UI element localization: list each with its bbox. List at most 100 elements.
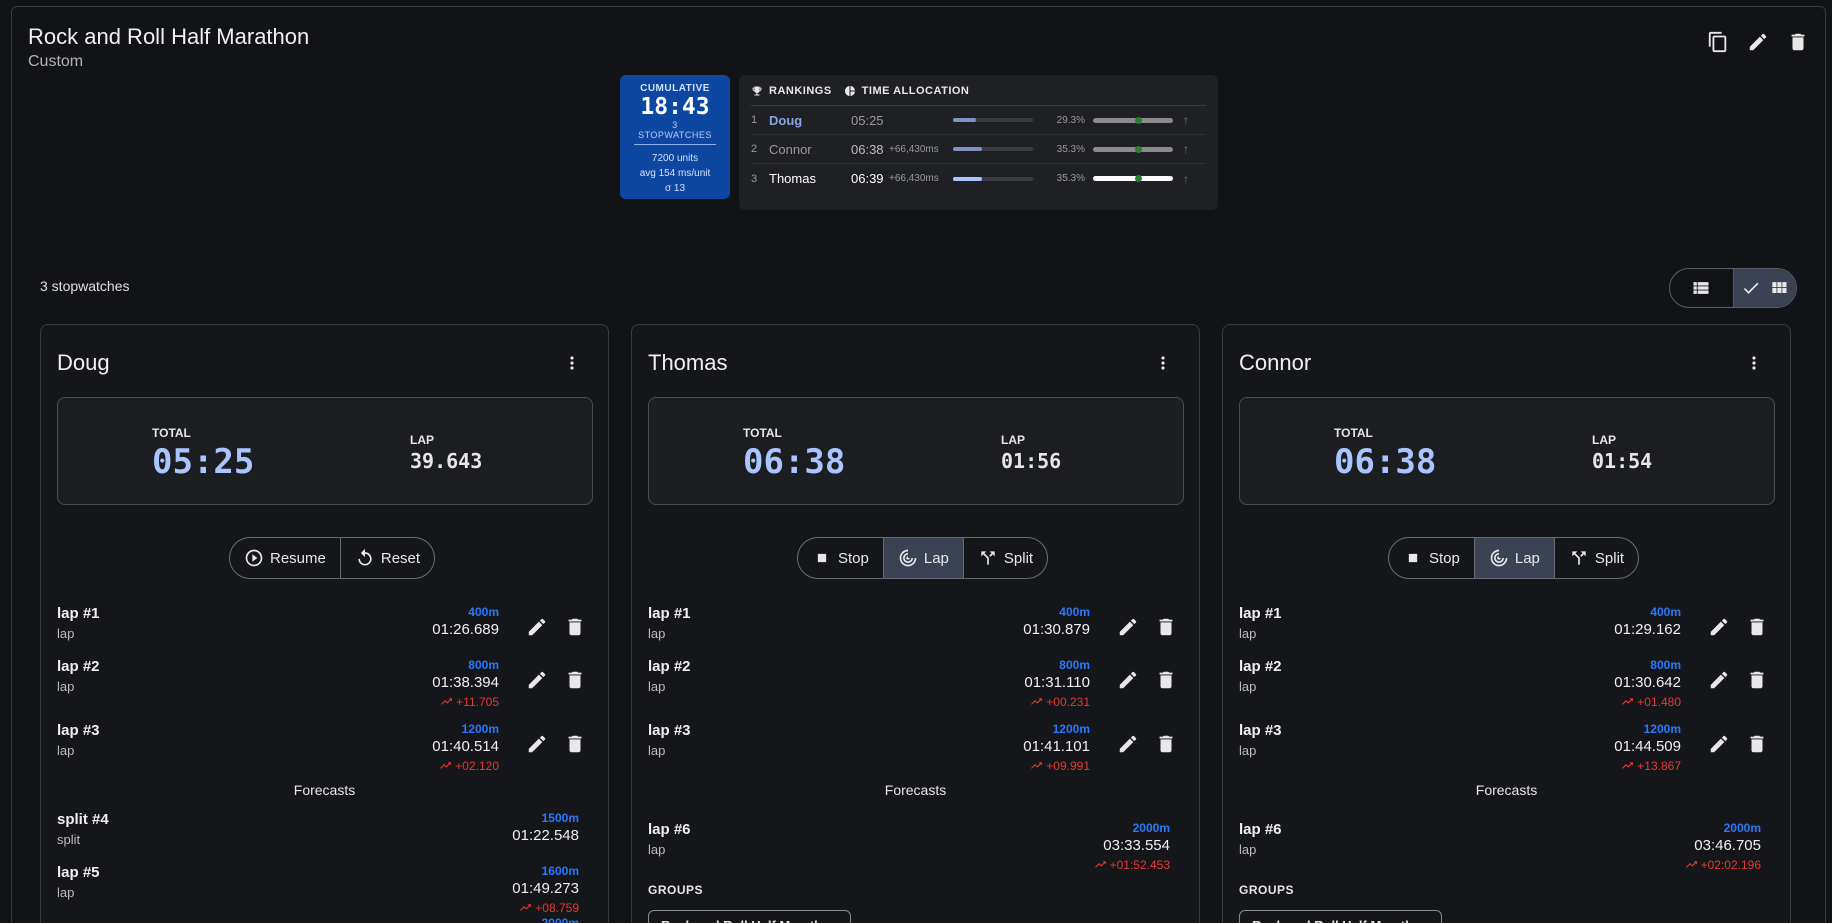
ranking-name: Thomas [769, 171, 816, 186]
delete-lap-button[interactable] [1154, 668, 1178, 692]
delete-lap-button[interactable] [1745, 615, 1769, 639]
forecast-name: split #4 [57, 811, 109, 828]
cumulative-label: CUMULATIVE [640, 83, 710, 94]
stop-icon [1408, 553, 1418, 563]
trash-icon [1159, 735, 1173, 753]
trash-icon [568, 618, 582, 636]
lap-split-time: 01:30.642 [1614, 674, 1681, 691]
total-time: 05:25 [152, 442, 255, 482]
ranking-diff: +66,430ms [889, 143, 939, 155]
stop-icon [817, 553, 827, 563]
stopwatch-display: TOTAL 06:38 LAP 01:54 [1239, 397, 1775, 505]
split-button[interactable]: Split [962, 538, 1047, 578]
list-icon [1693, 282, 1709, 294]
forecast-name: lap #5 [57, 864, 100, 881]
rankings-title: RANKINGS [769, 85, 832, 97]
forecasts-heading: Forecasts [1475, 782, 1538, 798]
ranking-progress-fill [953, 147, 982, 151]
ranking-row[interactable]: 3 Thomas 06:39 +66,430ms 35.3% ↑ [751, 164, 1206, 193]
lap-split-time: 01:38.394 [432, 674, 499, 691]
edit-button[interactable] [1746, 30, 1770, 54]
forecast-distance: 2000m [1132, 821, 1170, 835]
forecast-type: split [57, 832, 81, 847]
stopwatch-display: TOTAL 05:25 LAP 39.643 [57, 397, 593, 505]
group-chip[interactable]: Rock and Roll Half Marathon [1239, 910, 1442, 923]
forecast-delta: +08.759 [519, 901, 579, 915]
view-toggle [1669, 268, 1797, 308]
more-vert-icon [1161, 356, 1165, 370]
edit-lap-button[interactable] [1707, 668, 1731, 692]
edit-lap-button[interactable] [525, 668, 549, 692]
lap-delta-value: +09.991 [1046, 759, 1090, 773]
stopwatch-menu-button[interactable] [562, 351, 582, 375]
edit-lap-button[interactable] [525, 732, 549, 756]
stop-button[interactable]: Stop [1389, 538, 1474, 578]
lap-distance: 400m [468, 605, 499, 619]
pencil-icon [1749, 33, 1767, 51]
stop-button[interactable]: Stop [798, 538, 883, 578]
edit-lap-button[interactable] [1116, 615, 1140, 639]
pencil-icon [1119, 671, 1137, 689]
forecast-type: lap [57, 885, 75, 900]
lap-delta-value: +00.231 [1046, 695, 1090, 709]
forecast-distance: 2000m [1723, 821, 1761, 835]
stopwatch-menu-button[interactable] [1744, 351, 1764, 375]
ranking-progress-bar [953, 118, 1033, 122]
header-actions [1706, 30, 1810, 54]
group-chip[interactable]: Rock and Roll Half Marathon [648, 910, 851, 923]
grid-view-button[interactable] [1732, 269, 1796, 307]
lap-button[interactable]: Lap [1473, 538, 1554, 578]
lap-type: lap [648, 679, 666, 694]
allocation-bar [1093, 145, 1173, 153]
forecast-delta-value: +01:52.453 [1109, 858, 1170, 872]
lap-delta: +02.120 [439, 759, 499, 773]
lap-delta: +01.480 [1621, 695, 1681, 709]
delete-lap-button[interactable] [563, 668, 587, 692]
delete-lap-button[interactable] [1154, 615, 1178, 639]
delete-lap-button[interactable] [1154, 732, 1178, 756]
delete-button[interactable] [1786, 30, 1810, 54]
lap-distance: 400m [1059, 605, 1090, 619]
stopwatch-name: Thomas [648, 350, 728, 375]
lap-label: LAP [410, 433, 434, 447]
edit-lap-button[interactable] [1116, 732, 1140, 756]
lap-button-label: Lap [923, 549, 949, 567]
trending-up-icon [1622, 698, 1634, 705]
edit-lap-button[interactable] [1707, 732, 1731, 756]
cumulative-avg: avg 154 ms/unit [639, 168, 711, 179]
forecasts-heading: Forecasts [293, 782, 356, 798]
delete-lap-button[interactable] [563, 615, 587, 639]
allocation-bar [1093, 116, 1173, 124]
list-view-button[interactable] [1670, 269, 1733, 307]
ranking-row[interactable]: 1 Doug 05:25 29.3% ↑ [751, 106, 1206, 135]
lap-button[interactable]: Lap [882, 538, 963, 578]
arrow-up-icon: ↑ [1183, 113, 1189, 127]
trash-icon [1791, 33, 1805, 51]
trash-icon [568, 735, 582, 753]
delete-lap-button[interactable] [1745, 732, 1769, 756]
resume-button[interactable]: Resume [230, 538, 340, 578]
cumulative-value: 18:43 [640, 94, 710, 120]
lap-distance: 1200m [1643, 722, 1681, 736]
delete-lap-button[interactable] [563, 732, 587, 756]
copy-button[interactable] [1706, 30, 1730, 54]
forecast-distance: 1600m [541, 864, 579, 878]
delete-lap-button[interactable] [1745, 668, 1769, 692]
forecast-delta: +01:52.453 [1094, 858, 1170, 872]
pencil-icon [1710, 618, 1728, 636]
arrow-up-icon: ↑ [1183, 171, 1189, 186]
reset-button[interactable]: Reset [339, 538, 434, 578]
ranking-row[interactable]: 2 Connor 06:38 +66,430ms 35.3% ↑ [751, 135, 1206, 164]
edit-lap-button[interactable] [1116, 668, 1140, 692]
stopwatch-controls: Resume Reset [229, 537, 436, 579]
edit-lap-button[interactable] [1707, 615, 1731, 639]
total-label: TOTAL [1334, 426, 1373, 440]
arrow-up-icon: ↑ [1183, 142, 1189, 156]
split-button[interactable]: Split [1553, 538, 1638, 578]
edit-lap-button[interactable] [525, 615, 549, 639]
allocation-marker [1135, 175, 1142, 182]
page-title: Rock and Roll Half Marathon [28, 24, 310, 49]
lap-name: lap #3 [1239, 722, 1282, 739]
cumulative-units: 7200 units [651, 153, 699, 164]
stopwatch-menu-button[interactable] [1153, 351, 1173, 375]
